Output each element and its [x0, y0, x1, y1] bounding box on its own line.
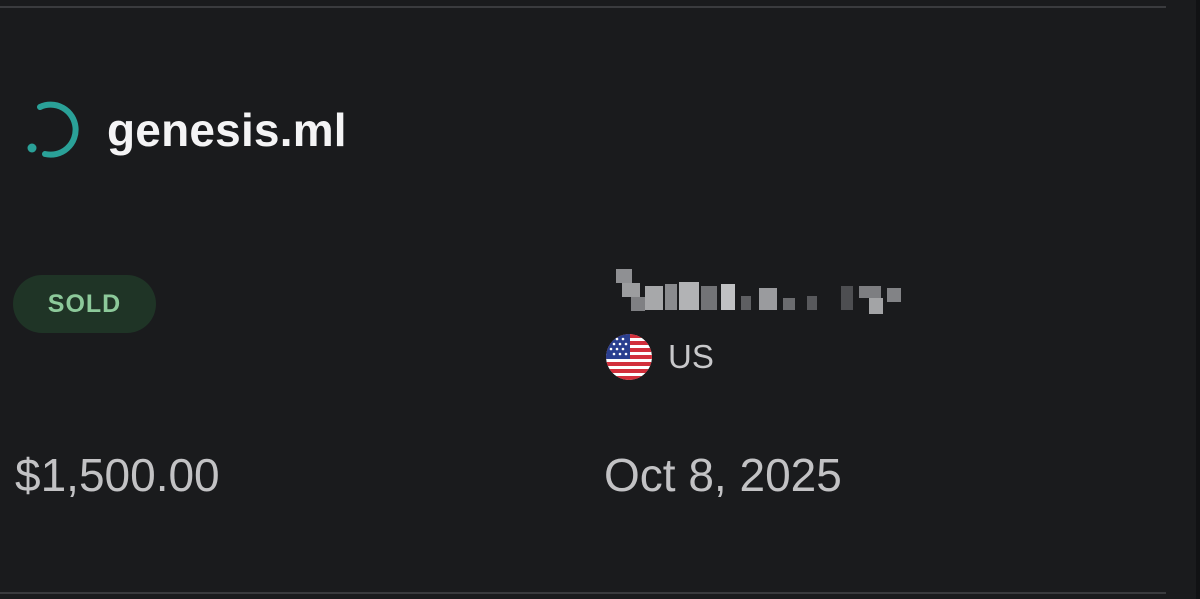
genesis-logo-icon	[27, 101, 79, 158]
top-divider	[0, 6, 1166, 8]
status-badge: SOLD	[13, 275, 156, 333]
us-flag-icon	[606, 334, 652, 380]
country-code: US	[668, 338, 714, 375]
scroll-edge	[1196, 0, 1200, 599]
status-label: SOLD	[47, 289, 122, 318]
bottom-divider	[0, 592, 1166, 594]
sale-price: $1,500.00	[15, 449, 220, 501]
domain-sale-card: genesis.ml SOLD US $1,500.00 Oct 8, 2025	[0, 0, 1200, 599]
buyer-country: US	[606, 334, 714, 380]
sale-date: Oct 8, 2025	[604, 449, 842, 501]
buyer-name-redacted	[613, 266, 903, 316]
domain-name[interactable]: genesis.ml	[107, 100, 347, 160]
